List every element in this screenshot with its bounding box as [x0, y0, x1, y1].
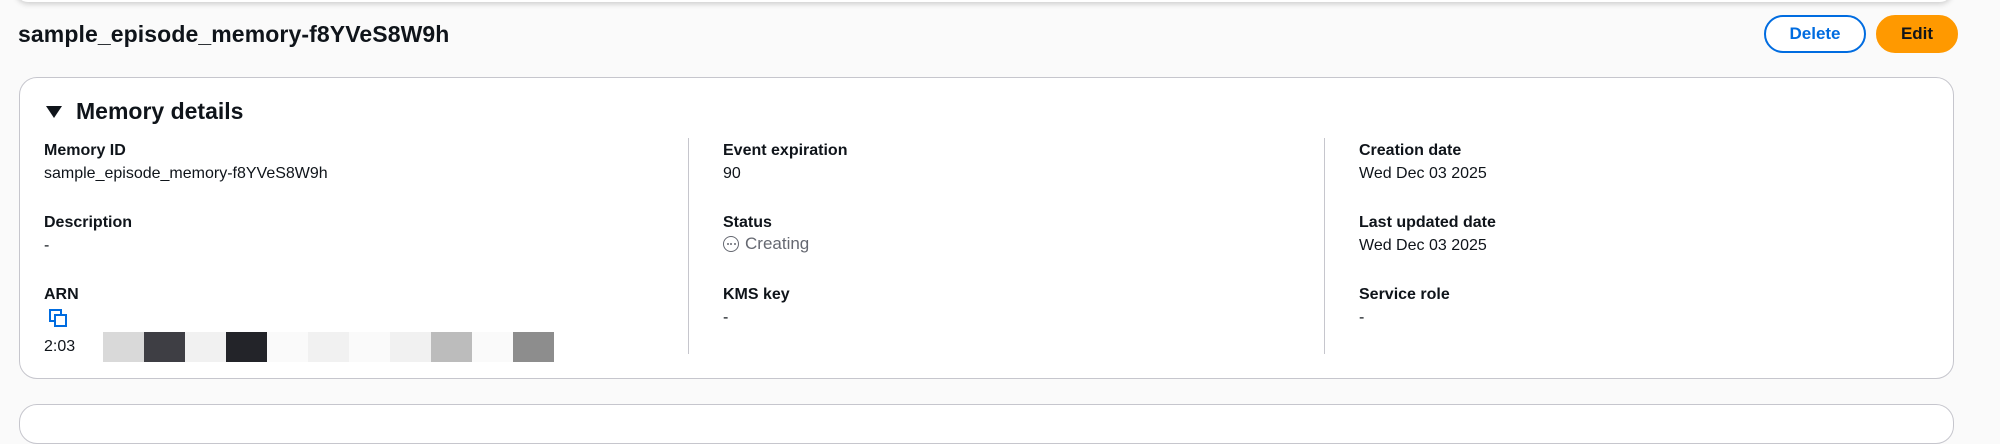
description-value: -: [44, 237, 50, 254]
last-updated-date-field: Last updated date Wed Dec 03 2025: [1359, 212, 1496, 258]
in-progress-icon: [723, 236, 739, 252]
details-column-1: Memory ID sample_episode_memory-f8YVeS8W…: [44, 138, 664, 362]
creation-date-field: Creation date Wed Dec 03 2025: [1359, 140, 1487, 186]
next-panel: [19, 404, 1954, 444]
kms-key-value: -: [723, 309, 729, 326]
arn-field: ARN 2:03: [44, 284, 555, 362]
kms-key-field: KMS key -: [723, 284, 790, 330]
last-updated-date-label: Last updated date: [1359, 214, 1496, 231]
description-field: Description -: [44, 212, 132, 258]
event-expiration-field: Event expiration 90: [723, 140, 847, 186]
event-expiration-value: 90: [723, 165, 741, 182]
status-field: Status Creating: [723, 212, 809, 254]
kms-key-label: KMS key: [723, 286, 790, 303]
last-updated-date-value: Wed Dec 03 2025: [1359, 237, 1487, 254]
memory-details-toggle[interactable]: Memory details: [46, 98, 243, 125]
event-expiration-label: Event expiration: [723, 142, 848, 159]
header-actions: Delete Edit: [1764, 15, 1958, 53]
memory-details-title: Memory details: [76, 98, 244, 124]
arn-label: ARN: [44, 286, 79, 303]
delete-button[interactable]: Delete: [1764, 15, 1866, 53]
service-role-label: Service role: [1359, 286, 1450, 303]
page-header: sample_episode_memory-f8YVeS8W9h Delete …: [18, 14, 1958, 54]
service-role-value: -: [1359, 309, 1365, 326]
page-title: sample_episode_memory-f8YVeS8W9h: [18, 20, 450, 47]
copy-icon[interactable]: [48, 308, 70, 330]
caret-down-icon: [46, 105, 62, 118]
memory-id-field: Memory ID sample_episode_memory-f8YVeS8W…: [44, 140, 328, 186]
status-indicator: Creating: [723, 234, 809, 254]
service-role-field: Service role -: [1359, 284, 1450, 330]
creation-date-value: Wed Dec 03 2025: [1359, 165, 1487, 182]
top-panel-edge: [16, 0, 1952, 2]
status-value: Creating: [745, 234, 810, 253]
memory-details-panel: Memory details Memory ID sample_episode_…: [19, 77, 1954, 379]
memory-id-label: Memory ID: [44, 142, 126, 159]
details-column-3: Creation date Wed Dec 03 2025 Last updat…: [1324, 138, 1924, 354]
creation-date-label: Creation date: [1359, 142, 1462, 159]
details-column-2: Event expiration 90 Status Creating KMS …: [688, 138, 1300, 354]
arn-value-row: 2:03: [44, 332, 555, 362]
memory-id-value: sample_episode_memory-f8YVeS8W9h: [44, 165, 328, 182]
redacted-arn: [103, 332, 555, 362]
description-label: Description: [44, 214, 133, 231]
status-label: Status: [723, 214, 772, 231]
arn-value: 2:03: [44, 338, 76, 355]
edit-button[interactable]: Edit: [1876, 15, 1958, 53]
